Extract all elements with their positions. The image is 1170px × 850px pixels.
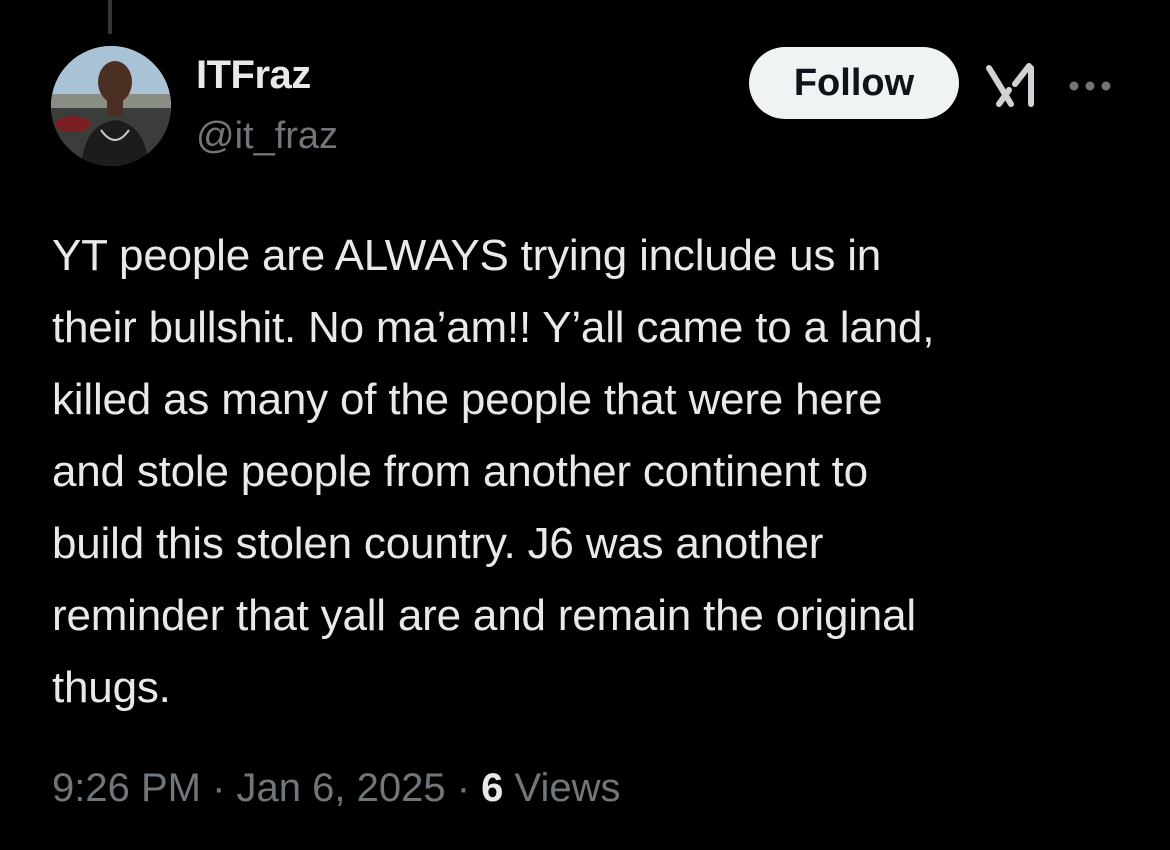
tweet-time[interactable]: 9:26 PM: [52, 766, 201, 810]
author-display-name[interactable]: ITFraz: [196, 53, 311, 98]
grok-icon[interactable]: [985, 62, 1037, 110]
tweet-metadata: 9:26 PM · Jan 6, 2025 · 6 Views: [52, 766, 620, 811]
separator-dot: ·: [445, 766, 482, 810]
more-icon[interactable]: [1062, 66, 1118, 106]
tweet-date[interactable]: Jan 6, 2025: [237, 766, 446, 810]
separator-dot: ·: [200, 766, 237, 810]
views-count: 6: [481, 766, 504, 810]
avatar-photo: [51, 46, 171, 166]
views-label: Views: [503, 766, 621, 810]
thread-connector-line: [108, 0, 112, 34]
author-handle[interactable]: @it_fraz: [196, 115, 338, 158]
avatar[interactable]: [51, 46, 171, 166]
follow-button[interactable]: Follow: [749, 47, 959, 119]
tweet-text: YT people are ALWAYS trying include us i…: [52, 231, 935, 712]
